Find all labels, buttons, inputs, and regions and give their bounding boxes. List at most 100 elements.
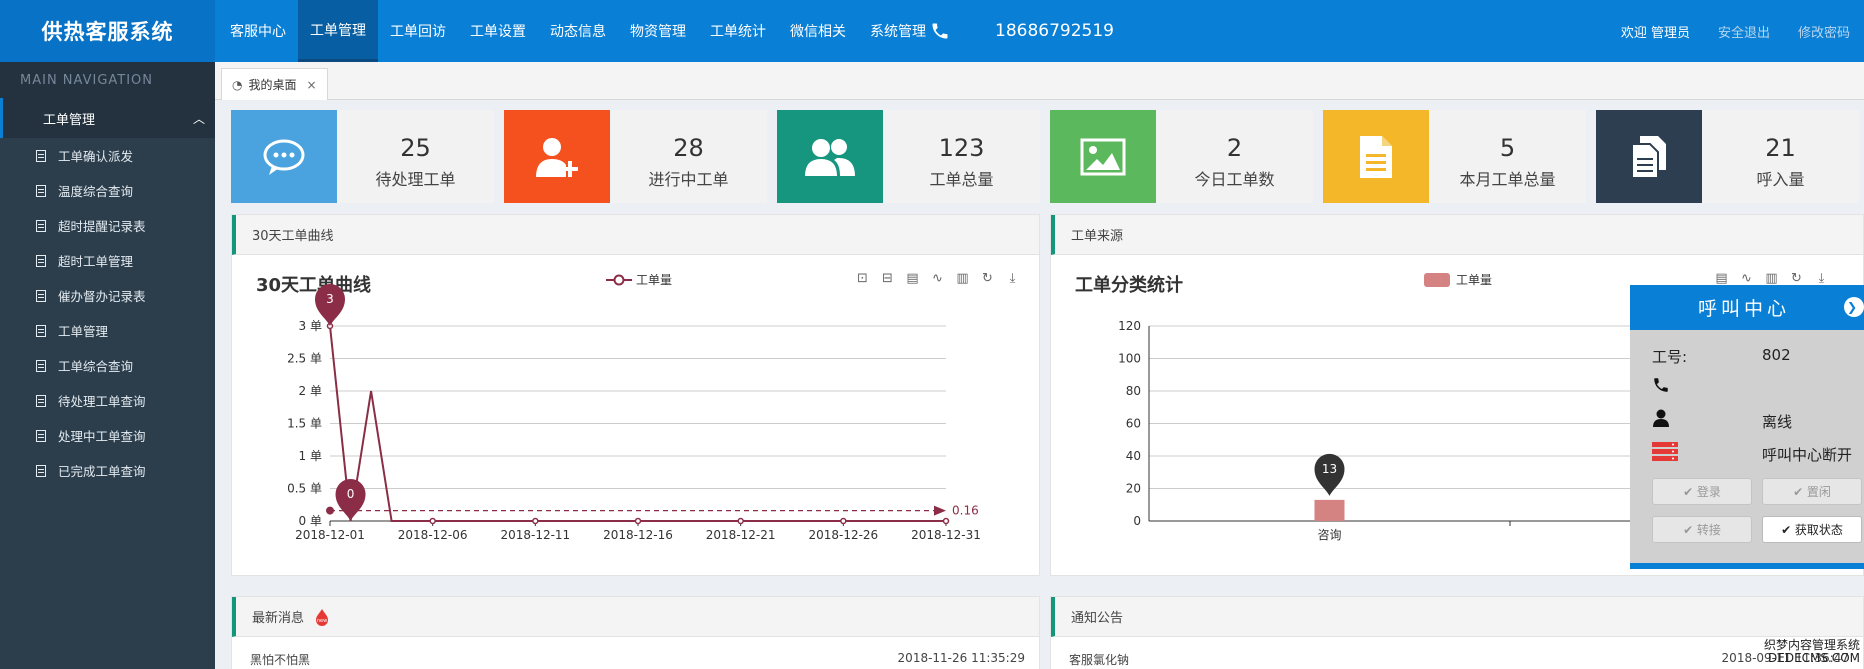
nav-wechat[interactable]: 微信相关 <box>778 0 858 62</box>
data-point <box>634 517 642 525</box>
document-icon <box>36 324 46 337</box>
sidebar-group-label: 工单管理 <box>43 112 96 128</box>
sidebar-item-pending-query[interactable]: 待处理工单查询 <box>0 383 215 418</box>
panel-title: 工单来源 <box>1051 215 1863 255</box>
transfer-button[interactable]: ✔ 转接 <box>1652 516 1752 543</box>
line-chart: 0 单 0.5 单 1 单 1.5 单 2 单 2.5 单 3 单 2018-12-01 201… <box>287 284 981 542</box>
document-icon <box>36 464 46 477</box>
sidebar-item-order-management[interactable]: 工单管理 <box>0 313 215 348</box>
server-icon <box>1652 442 1678 466</box>
dashboard-icon: ◔ <box>232 77 243 92</box>
user-area: 欢迎 管理员 安全退出 修改密码 <box>1607 0 1864 62</box>
nav-work-order-settings[interactable]: 工单设置 <box>458 0 538 62</box>
sidebar-item-timeout-orders[interactable]: 超时工单管理 <box>0 243 215 278</box>
get-status-button[interactable]: ✔ 获取状态 <box>1762 516 1862 543</box>
sidebar-item-label: 处理中工单查询 <box>58 429 146 444</box>
stat-card-in-progress[interactable]: 28 进行中工单 <box>504 110 767 203</box>
stat-card-total[interactable]: 123 工单总量 <box>777 110 1040 203</box>
document-icon <box>36 184 46 197</box>
stat-card-month[interactable]: 5 本月工单总量 <box>1323 110 1586 203</box>
y-tick-label: 2.5 单 <box>287 352 322 366</box>
call-center-widget: 呼叫中心 ❯ 工号: 802 离线 呼叫中心断开 ✔ 登录 ✔ 置闲 ✔ 转接 … <box>1630 285 1864 569</box>
y-tick-label: 0 <box>1133 514 1141 528</box>
x-tick-label: 2018-12-21 <box>706 528 776 542</box>
nav-news[interactable]: 动态信息 <box>538 0 618 62</box>
user-icon <box>1652 409 1670 431</box>
set-idle-button[interactable]: ✔ 置闲 <box>1762 478 1862 505</box>
y-tick-label: 100 <box>1118 352 1141 366</box>
sidebar-item-label: 工单管理 <box>58 324 109 339</box>
top-bar: 供热客服系统 客服中心 工单管理 工单回访 工单设置 动态信息 物资管理 工单统… <box>0 0 1864 62</box>
sidebar-item-timeout-reminders[interactable]: 超时提醒记录表 <box>0 208 215 243</box>
max-marker-pin-label: 3 <box>326 292 334 306</box>
stat-card-today[interactable]: 2 今日工单数 <box>1050 110 1313 203</box>
trend-panel: 30天工单曲线 30天工单曲线 工单量 ⊡ ⊟ ▤ ∿ ▥ ↻ ⤓ 0 单 0.5… <box>231 214 1040 576</box>
sidebar-group-work-orders[interactable]: 工单管理 ︿ <box>0 98 215 138</box>
nav-materials[interactable]: 物资管理 <box>618 0 698 62</box>
logout-link[interactable]: 安全退出 <box>1704 22 1784 41</box>
chevron-up-icon: ︿ <box>192 111 205 126</box>
sidebar-item-temperature-query[interactable]: 温度综合查询 <box>0 173 215 208</box>
nav-statistics[interactable]: 工单统计 <box>698 0 778 62</box>
document-icon <box>36 149 46 162</box>
y-tick-label: 0.5 单 <box>287 482 322 496</box>
data-point <box>532 517 539 525</box>
nav-work-order-management[interactable]: 工单管理 <box>298 0 378 62</box>
news-item-title[interactable]: 黑怕不怕黑 <box>250 651 310 668</box>
x-tick-label: 2018-12-01 <box>295 528 365 542</box>
sidebar-item-label: 工单综合查询 <box>58 359 134 374</box>
document-icon <box>36 254 46 267</box>
x-tick-label: 2018-12-26 <box>808 528 878 542</box>
min-marker-pin-label: 0 <box>347 487 355 501</box>
bar <box>1314 499 1345 521</box>
y-tick-label: 1 单 <box>299 449 322 463</box>
stat-label: 本月工单总量 <box>1459 170 1556 189</box>
stat-card-pending[interactable]: 25 待处理工单 <box>231 110 494 203</box>
close-icon[interactable]: × <box>307 78 317 92</box>
sidebar-item-label: 待处理工单查询 <box>58 394 146 409</box>
panel-title: 通知公告 <box>1051 597 1863 637</box>
y-tick-label: 40 <box>1126 449 1141 463</box>
sidebar-item-processing-query[interactable]: 处理中工单查询 <box>0 418 215 453</box>
job-number-label: 工号: <box>1652 348 1688 366</box>
nav-work-order-callback[interactable]: 工单回访 <box>378 0 458 62</box>
nav-system[interactable]: 系统管理 <box>858 0 962 62</box>
document-icon <box>36 289 46 302</box>
sidebar-item-completed-query[interactable]: 已完成工单查询 <box>0 453 215 488</box>
y-tick-label: 3 单 <box>299 319 322 333</box>
notice-item-title[interactable]: 客服氯化钠 <box>1069 651 1129 668</box>
sidebar-item-urge-records[interactable]: 催办督办记录表 <box>0 278 215 313</box>
y-tick-label: 20 <box>1126 482 1141 496</box>
change-password-link[interactable]: 修改密码 <box>1784 22 1864 41</box>
sidebar-item-label: 超时工单管理 <box>58 254 134 269</box>
server-status: 呼叫中心断开 <box>1762 446 1853 464</box>
app-logo[interactable]: 供热客服系统 <box>0 0 215 62</box>
nav-system-label: 系统管理 <box>870 24 926 40</box>
stat-card-incoming-calls[interactable]: 21 呼入量 <box>1596 110 1859 203</box>
panel-title: 30天工单曲线 <box>232 215 1039 255</box>
x-tick-label: 咨询 <box>1317 527 1341 542</box>
job-number-value: 802 <box>1762 346 1791 364</box>
login-button[interactable]: ✔ 登录 <box>1652 478 1752 505</box>
x-tick-label: 2018-12-11 <box>500 528 570 542</box>
sidebar-item-confirm-dispatch[interactable]: 工单确认派发 <box>0 138 215 173</box>
y-tick-label: 0 单 <box>299 514 322 528</box>
x-tick-label: 2018-12-16 <box>603 528 673 542</box>
tab-my-desktop[interactable]: ◔ 我的桌面 × <box>221 68 328 100</box>
panel-title: 最新消息 <box>252 611 305 626</box>
stat-value: 21 <box>1765 134 1796 162</box>
stat-label: 待处理工单 <box>375 170 456 189</box>
data-point <box>429 517 436 525</box>
watermark: 织梦内容管理系统 DEDECMS.COM <box>1764 639 1860 665</box>
users-icon <box>777 110 883 203</box>
bar-value-pin-label: 13 <box>1322 462 1337 476</box>
chat-icon <box>231 110 337 203</box>
sidebar-item-order-query[interactable]: 工单综合查询 <box>0 348 215 383</box>
collapse-icon[interactable]: ❯ <box>1844 297 1864 317</box>
stat-label: 呼入量 <box>1756 170 1805 189</box>
copy-icon <box>1596 110 1702 203</box>
top-nav: 客服中心 工单管理 工单回访 工单设置 动态信息 物资管理 工单统计 微信相关 … <box>218 0 962 62</box>
sidebar-item-label: 超时提醒记录表 <box>58 219 146 234</box>
phone-icon <box>1652 376 1670 398</box>
nav-service-center[interactable]: 客服中心 <box>218 0 298 62</box>
